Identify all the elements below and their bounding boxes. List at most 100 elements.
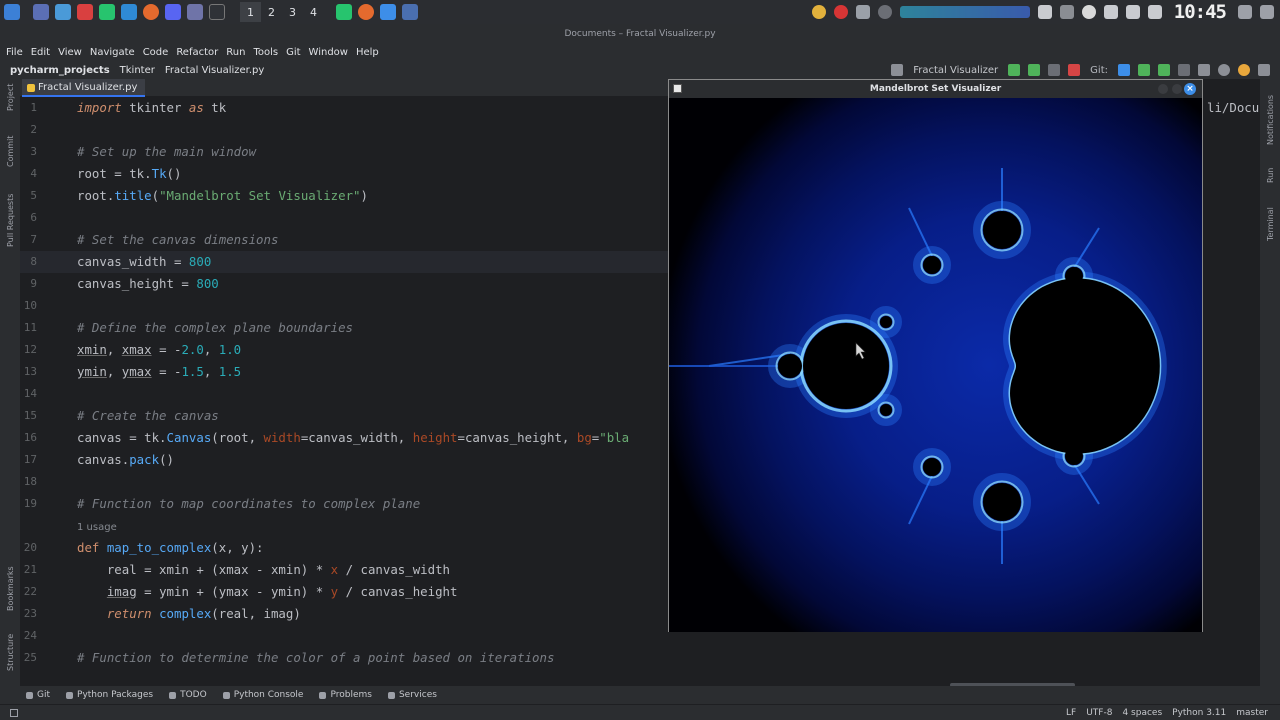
mandelbrot-canvas[interactable] bbox=[669, 98, 1202, 632]
menu-navigate[interactable]: Navigate bbox=[90, 47, 135, 58]
code-line[interactable]: 17 canvas.pack() bbox=[20, 449, 668, 471]
code-line[interactable]: 16 canvas = tk.Canvas(root, width=canvas_… bbox=[20, 427, 668, 449]
tool-structure[interactable]: Structure bbox=[6, 634, 15, 671]
status-item[interactable]: UTF-8 bbox=[1086, 708, 1112, 718]
rerun-icon[interactable] bbox=[1008, 64, 1021, 76]
menu-help[interactable]: Help bbox=[356, 47, 379, 58]
updates-icon[interactable] bbox=[1238, 64, 1250, 76]
menu-run[interactable]: Run bbox=[226, 47, 245, 58]
camera-tray-icon[interactable] bbox=[1037, 5, 1052, 19]
menu-git[interactable]: Git bbox=[286, 47, 300, 58]
editor-tab-active[interactable]: Fractal Visualizer.py bbox=[22, 79, 146, 97]
code-line[interactable]: 6 bbox=[20, 207, 668, 229]
code-line[interactable]: 2 bbox=[20, 119, 668, 141]
desktop-icon[interactable] bbox=[33, 4, 49, 20]
vpn-tray-icon[interactable] bbox=[877, 5, 892, 19]
pycharm-app-icon[interactable] bbox=[99, 4, 115, 20]
breadcrumb-folder[interactable]: Tkinter bbox=[120, 65, 155, 76]
rollback-icon[interactable] bbox=[1198, 64, 1210, 76]
git-push-icon[interactable] bbox=[1158, 64, 1170, 76]
code-line[interactable]: 14 bbox=[20, 383, 668, 405]
tk-window-titlebar[interactable]: Mandelbrot Set Visualizer × bbox=[669, 80, 1202, 98]
code-line[interactable]: 1 usage bbox=[20, 515, 668, 537]
screen-tray-icon[interactable] bbox=[1059, 5, 1074, 19]
vscode-app-icon[interactable] bbox=[121, 4, 137, 20]
workspace-4[interactable]: 4 bbox=[303, 2, 324, 22]
code-line[interactable]: 20 def map_to_complex(x, y): bbox=[20, 537, 668, 559]
tool-commit[interactable]: Commit bbox=[6, 136, 15, 167]
workspace-1[interactable]: 1 bbox=[240, 2, 261, 22]
calendar-app-icon[interactable] bbox=[77, 4, 93, 20]
task-files-icon[interactable] bbox=[402, 4, 418, 20]
firefox-app-icon[interactable] bbox=[143, 4, 159, 20]
maximize-icon[interactable] bbox=[1172, 84, 1182, 94]
menu-tools[interactable]: Tools bbox=[253, 47, 278, 58]
code-line[interactable]: 22 imag = ymin + (ymax - ymin) * y / can… bbox=[20, 581, 668, 603]
mail-app-icon[interactable] bbox=[187, 4, 203, 20]
code-line[interactable]: 19 # Function to map coordinates to compl… bbox=[20, 493, 668, 515]
volume-tray-icon[interactable] bbox=[1103, 5, 1118, 19]
close-icon[interactable]: × bbox=[1184, 83, 1196, 95]
debug-icon[interactable] bbox=[1028, 64, 1041, 76]
status-item[interactable]: Python 3.11 bbox=[1172, 708, 1226, 718]
code-line[interactable]: 23 return complex(real, imag) bbox=[20, 603, 668, 625]
app-launcher-icon[interactable] bbox=[4, 4, 20, 20]
terminal-app-icon[interactable] bbox=[209, 4, 225, 20]
code-line[interactable]: 24 bbox=[20, 625, 668, 647]
file-manager-icon[interactable] bbox=[55, 4, 71, 20]
menu-window[interactable]: Window bbox=[309, 47, 348, 58]
tool-pull-requests[interactable]: Pull Requests bbox=[6, 194, 15, 247]
chrome-tray-icon[interactable] bbox=[811, 5, 826, 19]
task-firefox-icon[interactable] bbox=[358, 4, 374, 20]
tool-run[interactable]: Run bbox=[1266, 168, 1275, 183]
menu-view[interactable]: View bbox=[58, 47, 82, 58]
history-icon[interactable] bbox=[1178, 64, 1190, 76]
bottom-tool-python-console[interactable]: Python Console bbox=[222, 690, 303, 700]
code-editor[interactable]: 1 import tkinter as tk 2 3 # Set up the main… bbox=[20, 97, 668, 686]
run-config-selector[interactable]: Fractal Visualizer bbox=[907, 65, 1004, 76]
menu-code[interactable]: Code bbox=[143, 47, 169, 58]
task-pycharm-icon[interactable] bbox=[336, 4, 352, 20]
menu-refactor[interactable]: Refactor bbox=[176, 47, 218, 58]
code-line[interactable]: 25 # Function to determine the color of a… bbox=[20, 647, 668, 669]
bottom-tool-todo[interactable]: TODO bbox=[169, 690, 207, 700]
ide-logo-icon[interactable] bbox=[1258, 64, 1270, 76]
status-item[interactable]: LF bbox=[1066, 708, 1076, 718]
record-tray-icon[interactable] bbox=[1081, 5, 1096, 19]
minimize-icon[interactable] bbox=[1158, 84, 1168, 94]
code-line[interactable]: 12 xmin, xmax = -2.0, 1.0 bbox=[20, 339, 668, 361]
user-icon[interactable] bbox=[891, 64, 904, 76]
tool-terminal[interactable]: Terminal bbox=[1266, 207, 1275, 241]
status-item[interactable]: master bbox=[1236, 708, 1268, 718]
code-line[interactable]: 1 import tkinter as tk bbox=[20, 97, 668, 119]
tool-notifications[interactable]: Notifications bbox=[1266, 95, 1275, 145]
code-line[interactable]: 18 bbox=[20, 471, 668, 493]
notification-bell-icon[interactable] bbox=[1125, 5, 1140, 19]
code-line[interactable]: 5 root.title("Mandelbrot Set Visualizer") bbox=[20, 185, 668, 207]
tool-project[interactable]: Project bbox=[6, 84, 15, 111]
status-item[interactable]: 4 spaces bbox=[1122, 708, 1162, 718]
code-line[interactable]: 11 # Define the complex plane boundaries bbox=[20, 317, 668, 339]
code-line[interactable]: 15 # Create the canvas bbox=[20, 405, 668, 427]
network-tray-icon[interactable] bbox=[1147, 5, 1162, 19]
coverage-icon[interactable] bbox=[1048, 64, 1061, 76]
code-line[interactable]: 8 canvas_width = 800 bbox=[20, 251, 668, 273]
layout-toggle-icon[interactable] bbox=[10, 709, 18, 717]
git-commit-icon[interactable] bbox=[1138, 64, 1150, 76]
show-desktop-icon[interactable] bbox=[1238, 5, 1252, 19]
workspace-2[interactable]: 2 bbox=[261, 2, 282, 22]
power-icon[interactable] bbox=[1260, 5, 1274, 19]
tk-window[interactable]: Mandelbrot Set Visualizer × bbox=[668, 79, 1203, 632]
bottom-tool-problems[interactable]: Problems bbox=[319, 690, 372, 700]
microphone-tray-icon[interactable] bbox=[833, 5, 848, 19]
bottom-tool-python-packages[interactable]: Python Packages bbox=[66, 690, 153, 700]
task-window-icon[interactable] bbox=[380, 4, 396, 20]
code-line[interactable]: 4 root = tk.Tk() bbox=[20, 163, 668, 185]
git-update-icon[interactable] bbox=[1118, 64, 1130, 76]
menu-edit[interactable]: Edit bbox=[31, 47, 50, 58]
code-line[interactable]: 13 ymin, ymax = -1.5, 1.5 bbox=[20, 361, 668, 383]
code-line[interactable]: 9 canvas_height = 800 bbox=[20, 273, 668, 295]
usage-hint[interactable]: 1 usage bbox=[77, 522, 117, 533]
stop-icon[interactable] bbox=[1068, 64, 1081, 76]
code-line[interactable]: 3 # Set up the main window bbox=[20, 141, 668, 163]
